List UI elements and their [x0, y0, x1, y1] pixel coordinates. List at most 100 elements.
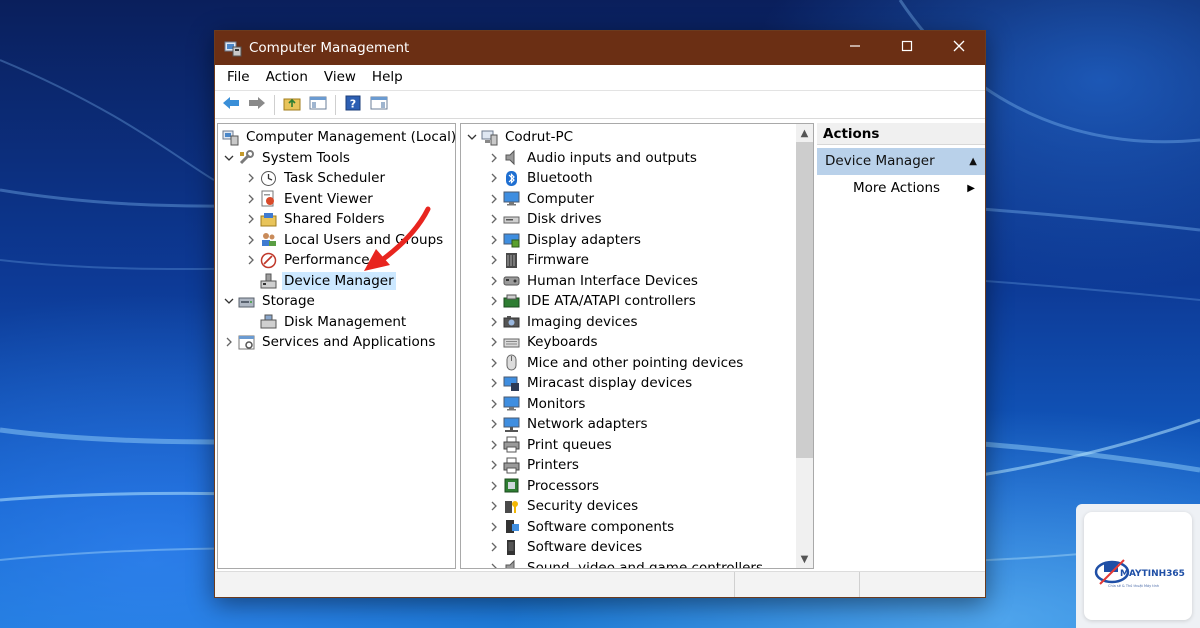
- menu-view[interactable]: View: [316, 65, 364, 90]
- nav-item-disk-management[interactable]: Disk Management: [218, 312, 455, 333]
- expand-chevron-icon[interactable]: [222, 335, 236, 349]
- back-button[interactable]: [219, 93, 243, 117]
- scroll-up-button[interactable]: ▲: [796, 124, 813, 142]
- more-actions-item[interactable]: More Actions ▶: [817, 175, 985, 202]
- device-category-disk-drives[interactable]: Disk drives: [461, 209, 813, 230]
- device-category-display-adapters[interactable]: Display adapters: [461, 230, 813, 251]
- title-bar[interactable]: Computer Management: [215, 31, 985, 65]
- device-category-human-interface-devices[interactable]: Human Interface Devices: [461, 271, 813, 292]
- collapse-chevron-icon[interactable]: [465, 130, 479, 144]
- expand-chevron-icon[interactable]: [487, 315, 501, 329]
- expand-chevron-icon[interactable]: [487, 212, 501, 226]
- computer-management-icon: [222, 129, 239, 146]
- expand-chevron-icon[interactable]: [487, 520, 501, 534]
- up-folder-icon: [283, 95, 301, 115]
- device-category-keyboards[interactable]: Keyboards: [461, 332, 813, 353]
- clock-icon: [260, 170, 277, 187]
- device-category-software-components[interactable]: Software components: [461, 517, 813, 538]
- expand-chevron-icon[interactable]: [487, 561, 501, 568]
- device-category-printers[interactable]: Printers: [461, 455, 813, 476]
- nav-item-system-tools[interactable]: System Tools: [218, 148, 455, 169]
- help-button[interactable]: ?: [341, 93, 365, 117]
- forward-button[interactable]: [245, 93, 269, 117]
- device-category-computer[interactable]: Computer: [461, 189, 813, 210]
- device-category-monitors[interactable]: Monitors: [461, 394, 813, 415]
- up-folder-button[interactable]: [280, 93, 304, 117]
- expand-chevron-icon[interactable]: [244, 233, 258, 247]
- display-adapter-icon: [503, 231, 520, 248]
- menu-help[interactable]: Help: [364, 65, 411, 90]
- maximize-button[interactable]: [881, 31, 933, 65]
- expand-chevron-icon[interactable]: [487, 274, 501, 288]
- device-category-mice-and-other-pointing-devices[interactable]: Mice and other pointing devices: [461, 353, 813, 374]
- actions-section-device-manager[interactable]: Device Manager ▲: [817, 148, 985, 175]
- scroll-down-button[interactable]: ▼: [796, 550, 813, 568]
- device-category-print-queues[interactable]: Print queues: [461, 435, 813, 456]
- device-category-label: Audio inputs and outputs: [527, 149, 697, 166]
- nav-item-label: Services and Applications: [262, 334, 436, 351]
- expand-chevron-icon[interactable]: [487, 376, 501, 390]
- device-manager-icon: [260, 272, 277, 289]
- expand-chevron-icon[interactable]: [487, 233, 501, 247]
- show-hide-action-pane-button[interactable]: [367, 93, 391, 117]
- expand-chevron-icon[interactable]: [244, 253, 258, 267]
- expand-chevron-icon[interactable]: [487, 540, 501, 554]
- device-category-firmware[interactable]: Firmware: [461, 250, 813, 271]
- menu-file[interactable]: File: [219, 65, 258, 90]
- expand-chevron-icon[interactable]: [487, 458, 501, 472]
- expand-chevron-icon[interactable]: [244, 171, 258, 185]
- expand-chevron-icon[interactable]: [487, 438, 501, 452]
- device-category-bluetooth[interactable]: Bluetooth: [461, 168, 813, 189]
- device-category-processors[interactable]: Processors: [461, 476, 813, 497]
- expand-chevron-icon[interactable]: [487, 479, 501, 493]
- device-category-label: Printers: [527, 457, 579, 474]
- device-tree-root[interactable]: Codrut-PC: [461, 127, 813, 148]
- content-panes: Computer Management (Local) System Tools T…: [217, 123, 985, 569]
- expand-chevron-icon[interactable]: [487, 294, 501, 308]
- users-icon: [260, 231, 277, 248]
- shared-folders-icon: [260, 211, 277, 228]
- nav-item-services-and-applications[interactable]: Services and Applications: [218, 332, 455, 353]
- expand-chevron-icon[interactable]: [487, 192, 501, 206]
- expand-chevron-icon[interactable]: [244, 192, 258, 206]
- nav-item-computer-management-local[interactable]: Computer Management (Local): [218, 127, 455, 148]
- show-hide-tree-button[interactable]: [306, 93, 330, 117]
- brand-logo: MAYTINH365 Chia sẻ & Thủ thuật Máy tính: [1084, 512, 1192, 620]
- scroll-thumb[interactable]: [796, 142, 813, 458]
- expand-chevron-icon[interactable]: [487, 151, 501, 165]
- expand-chevron-icon[interactable]: [487, 171, 501, 185]
- device-category-audio-inputs-and-outputs[interactable]: Audio inputs and outputs: [461, 148, 813, 169]
- device-category-security-devices[interactable]: Security devices: [461, 496, 813, 517]
- collapse-chevron-icon[interactable]: [222, 294, 236, 308]
- storage-icon: [238, 293, 255, 310]
- close-button[interactable]: [933, 31, 985, 65]
- device-category-imaging-devices[interactable]: Imaging devices: [461, 312, 813, 333]
- expand-chevron-icon[interactable]: [487, 253, 501, 267]
- collapse-chevron-icon[interactable]: [222, 151, 236, 165]
- monitor-icon: [503, 395, 520, 412]
- nav-item-task-scheduler[interactable]: Task Scheduler: [218, 168, 455, 189]
- show-hide-tree-icon: [309, 95, 327, 115]
- collapse-caret-icon: ▲: [969, 156, 977, 167]
- minimize-button[interactable]: [829, 31, 881, 65]
- brand-logo-card: MAYTINH365 Chia sẻ & Thủ thuật Máy tính: [1076, 504, 1200, 628]
- expand-chevron-icon[interactable]: [244, 212, 258, 226]
- nav-item-storage[interactable]: Storage: [218, 291, 455, 312]
- expand-chevron-icon[interactable]: [487, 499, 501, 513]
- device-category-miracast-display-devices[interactable]: Miracast display devices: [461, 373, 813, 394]
- device-category-sound-video-and-game-controllers[interactable]: Sound, video and game controllers: [461, 558, 813, 568]
- toolbar-separator: [335, 94, 336, 115]
- printer-icon: [503, 436, 520, 453]
- device-category-label: Software components: [527, 518, 675, 535]
- expand-chevron-icon[interactable]: [487, 397, 501, 411]
- ide-controller-icon: [503, 293, 520, 310]
- expand-chevron-icon[interactable]: [487, 356, 501, 370]
- vertical-scrollbar[interactable]: ▲ ▼: [796, 124, 813, 568]
- device-category-ide-ata-atapi-controllers[interactable]: IDE ATA/ATAPI controllers: [461, 291, 813, 312]
- expand-chevron-icon[interactable]: [487, 417, 501, 431]
- menu-action[interactable]: Action: [258, 65, 316, 90]
- minimize-icon: [849, 40, 861, 56]
- device-category-network-adapters[interactable]: Network adapters: [461, 414, 813, 435]
- device-category-software-devices[interactable]: Software devices: [461, 537, 813, 558]
- expand-chevron-icon[interactable]: [487, 335, 501, 349]
